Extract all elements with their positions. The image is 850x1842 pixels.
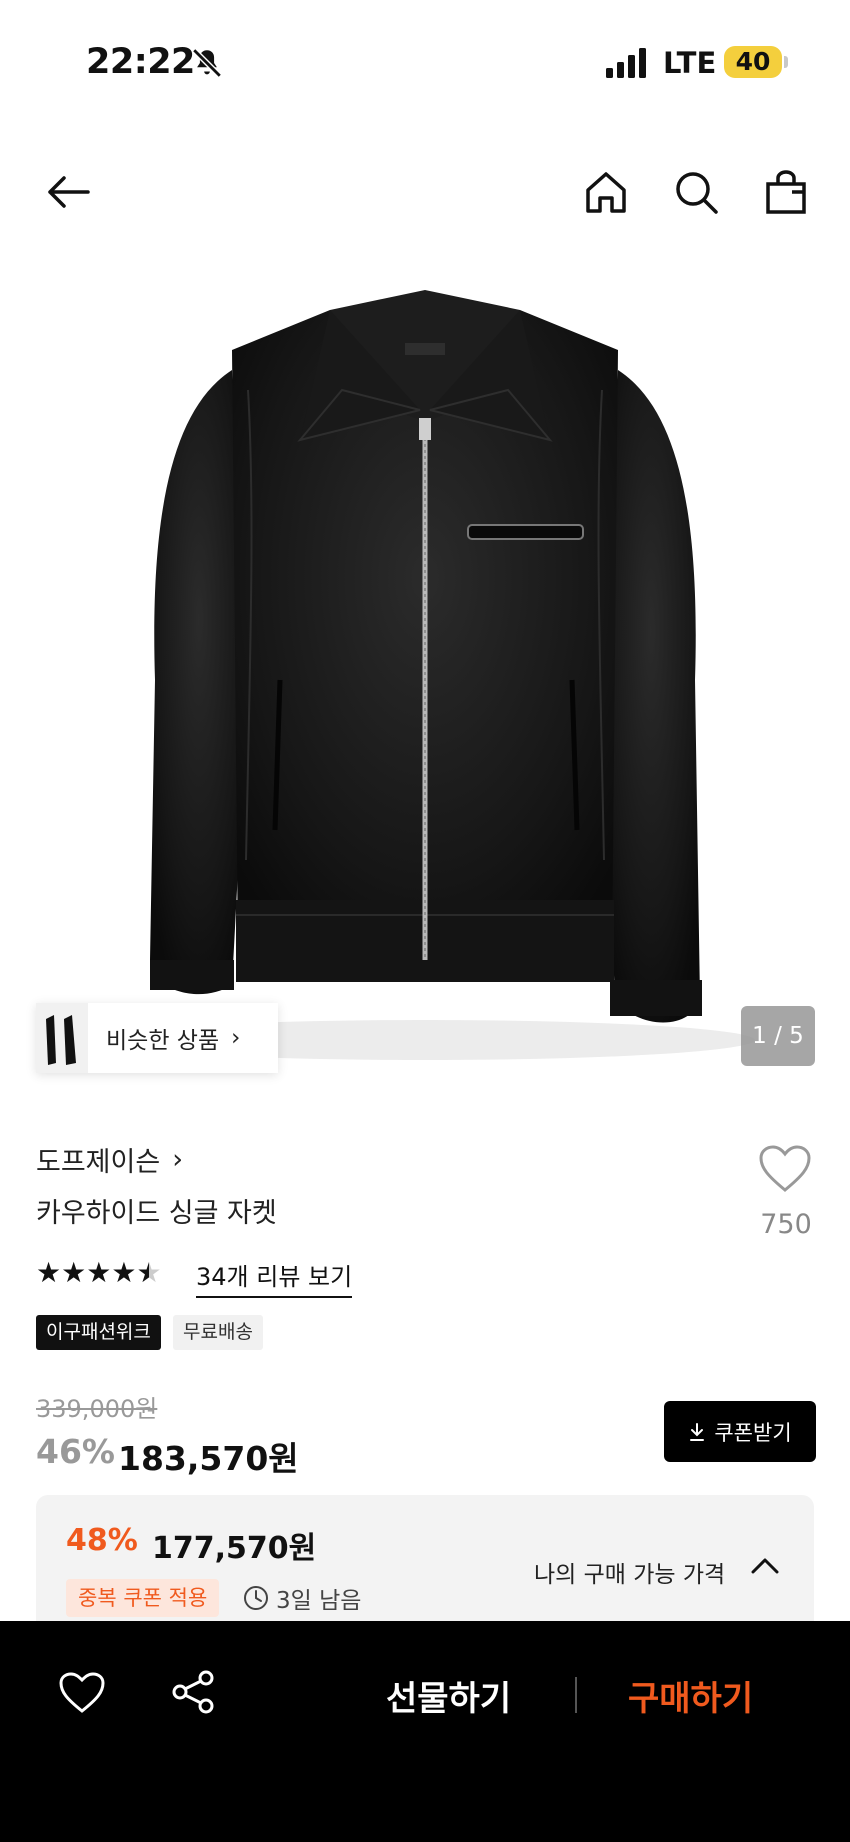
my-discount-rate: 48%	[66, 1523, 138, 1558]
sale-price: 183,570원	[118, 1439, 299, 1478]
coupon-badge: 중복 쿠폰 적용	[66, 1579, 220, 1617]
clock-icon	[244, 1586, 268, 1610]
product-title: 카우하이드 싱글 자켓	[36, 1198, 277, 1229]
coupon-button-label: 쿠폰받기	[714, 1420, 792, 1445]
heart-icon[interactable]	[758, 1144, 812, 1194]
buy-button[interactable]: 구매하기	[628, 1671, 753, 1720]
similar-product-thumbnail	[36, 1003, 88, 1073]
chevron-right-icon: ›	[172, 1144, 184, 1175]
similar-products-button[interactable]: 비슷한 상품 ›	[36, 1003, 278, 1073]
time-left: 3일 남음	[276, 1588, 362, 1614]
share-icon[interactable]	[170, 1669, 216, 1715]
coupon-download-button[interactable]: 쿠폰받기	[664, 1401, 816, 1462]
download-icon	[690, 1422, 705, 1441]
my-price-label: 나의 구매 가능 가격	[534, 1562, 726, 1588]
bottom-action-bar: 선물하기 구매하기	[0, 1621, 850, 1842]
network-label: LTE	[663, 46, 717, 80]
shopping-bag-icon[interactable]	[762, 168, 810, 216]
search-icon[interactable]	[672, 168, 720, 216]
back-arrow-icon[interactable]	[44, 168, 92, 216]
rating-stars: ★★★★★	[36, 1256, 162, 1289]
free-shipping-tag: 무료배송	[173, 1315, 263, 1350]
star-icon: ★	[61, 1256, 87, 1289]
star-icon: ★	[86, 1256, 112, 1289]
signal-icon	[606, 48, 646, 78]
status-time: 22:22	[86, 42, 195, 82]
bell-off-icon	[192, 48, 222, 78]
star-half-icon: ★	[136, 1256, 162, 1289]
battery-indicator: 40	[724, 46, 782, 78]
original-price: 339,000원	[36, 1395, 158, 1423]
gift-button[interactable]: 선물하기	[386, 1671, 511, 1720]
product-image[interactable]	[0, 260, 850, 1100]
status-bar: 22:22 LTE 40	[0, 0, 850, 125]
brand-link[interactable]: 도프제이슨 ›	[36, 1140, 183, 1179]
review-link[interactable]: 34개 리뷰 보기	[196, 1257, 353, 1298]
home-icon[interactable]	[582, 168, 630, 216]
image-counter: 1 / 5	[741, 1006, 815, 1066]
discount-rate: 46%	[36, 1432, 115, 1471]
brand-name: 도프제이슨	[36, 1147, 161, 1178]
battery-cap	[784, 56, 788, 68]
divider	[575, 1677, 577, 1713]
heart-icon[interactable]	[58, 1671, 106, 1715]
similar-products-label: 비슷한 상품	[106, 1028, 220, 1054]
star-icon: ★	[36, 1256, 62, 1289]
chevron-up-icon[interactable]	[748, 1549, 782, 1583]
wish-count: 750	[760, 1209, 812, 1240]
event-tag: 이구패션위크	[36, 1315, 161, 1350]
my-price: 177,570원	[152, 1531, 317, 1566]
star-icon: ★	[111, 1256, 137, 1289]
chevron-right-icon: ›	[231, 1025, 241, 1051]
